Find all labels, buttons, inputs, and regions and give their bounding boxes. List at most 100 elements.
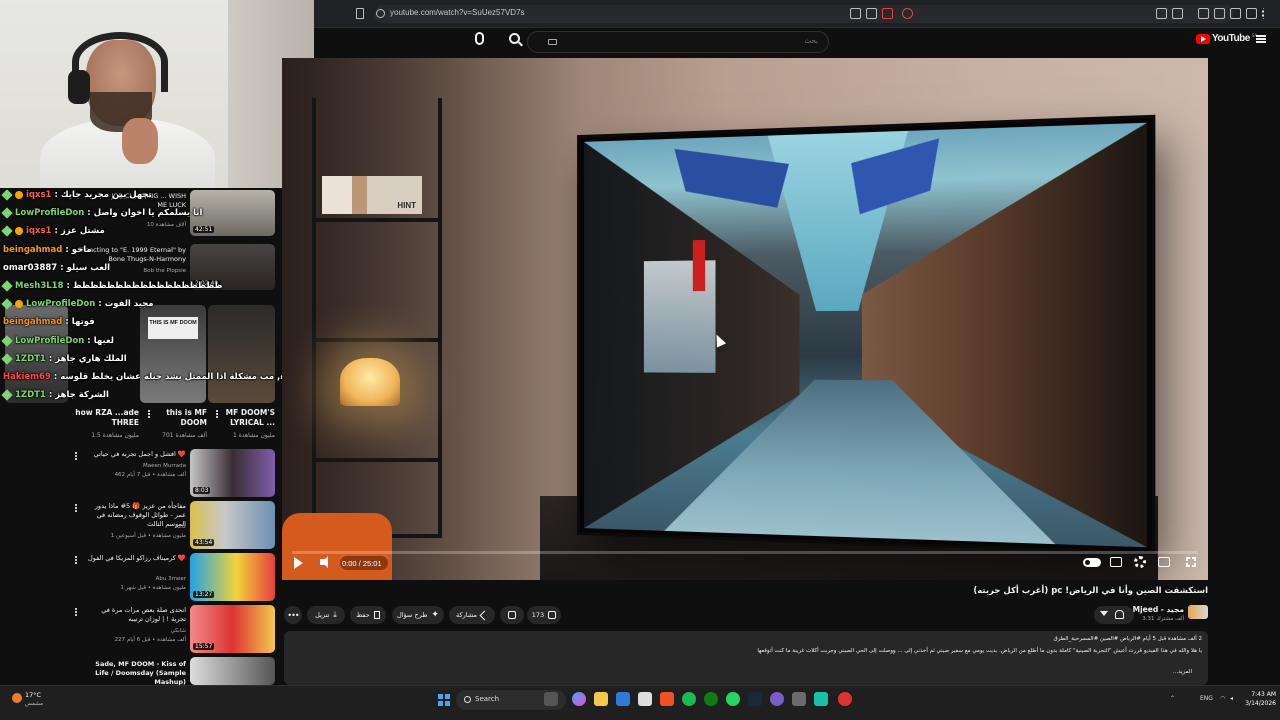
subscribed-button[interactable] xyxy=(1094,606,1134,624)
extension-icon[interactable] xyxy=(882,8,893,19)
short-title[interactable]: how RZA ...ade THREE xyxy=(72,408,139,428)
video-player[interactable]: HINT 0:00 / 25:01 xyxy=(282,58,1208,580)
video-title[interactable]: كرميناف رزاكو المزيكا في الفول ❤️ xyxy=(86,554,186,563)
chat-message: LowProfileDon : لعبها xyxy=(0,332,314,350)
task-view-icon[interactable] xyxy=(544,692,558,706)
discord-icon[interactable] xyxy=(770,692,784,706)
dislike-button[interactable] xyxy=(500,606,524,624)
screenshot-icon[interactable] xyxy=(1172,8,1183,19)
search-input[interactable]: بحث xyxy=(527,31,829,53)
download-label: تنزيل xyxy=(315,611,330,619)
video-title: استكشفت الصين وأنا في الرياض! pc (أغرب أ… xyxy=(973,586,1208,596)
chat-separator: : xyxy=(54,226,58,237)
video-channel: Aziz xyxy=(174,524,186,530)
obs-icon[interactable] xyxy=(838,692,852,706)
guide-menu-icon[interactable] xyxy=(1256,35,1266,43)
chat-username[interactable]: iqxs1 xyxy=(26,190,51,200)
more-options-icon[interactable] xyxy=(75,504,77,512)
bookmark-icon[interactable] xyxy=(356,8,364,19)
app-icon[interactable] xyxy=(814,692,828,706)
extensions-icon[interactable] xyxy=(1156,8,1167,19)
search-icon[interactable] xyxy=(509,33,520,44)
chat-username[interactable]: omar03887 xyxy=(3,263,57,273)
adblock-icon[interactable] xyxy=(902,8,913,19)
site-info-icon[interactable] xyxy=(376,9,385,18)
video-thumbnail[interactable]: 43:54 xyxy=(190,501,275,549)
autoplay-toggle[interactable] xyxy=(1083,558,1101,567)
xbox-icon[interactable] xyxy=(704,692,718,706)
wallet-icon[interactable] xyxy=(1230,8,1241,19)
save-button[interactable]: حفظ xyxy=(350,606,386,624)
channel-avatar[interactable] xyxy=(1188,605,1208,619)
leo-icon[interactable] xyxy=(1246,8,1257,19)
copilot-icon[interactable] xyxy=(572,692,586,706)
description-box[interactable]: 2 ألف مشاهدة قبل 5 أيام #الرياض #الصين #… xyxy=(284,631,1208,685)
show-more-link[interactable]: ...المزيد xyxy=(1173,669,1192,675)
subscriber-badge-icon xyxy=(1,280,13,292)
taskbar-clock[interactable]: 7:43 AM 3/14/2026 xyxy=(1240,690,1276,708)
picture-in-picture-icon[interactable] xyxy=(850,8,861,19)
share-button[interactable]: مشاركة xyxy=(449,606,495,624)
video-meta: 227 ألف مشاهدة • قبل 6 أيام xyxy=(114,637,186,643)
chat-separator: : xyxy=(98,299,102,310)
spotify-icon[interactable] xyxy=(682,692,696,706)
video-meta: 1 مليون مشاهدة • قبل أسبوعين xyxy=(110,533,186,539)
subtitles-icon[interactable] xyxy=(1110,557,1122,567)
sidebar-icon[interactable] xyxy=(1214,8,1225,19)
settings-icon[interactable] xyxy=(792,692,806,706)
chat-username[interactable]: LowProfileDon xyxy=(26,299,95,309)
chat-username[interactable]: iqxs1 xyxy=(26,226,51,236)
volume-icon[interactable]: ◂ xyxy=(1230,695,1233,702)
chat-message: beingahmad : ماخو xyxy=(0,241,314,259)
chat-username[interactable]: LowProfileDon xyxy=(15,336,84,346)
voice-search-icon[interactable] xyxy=(475,32,484,45)
menu-icon[interactable] xyxy=(1262,8,1266,19)
video-thumbnail[interactable]: 8:03 xyxy=(190,449,275,497)
like-button[interactable]: 173 xyxy=(527,606,561,624)
chat-username[interactable]: LowProfileDon xyxy=(15,208,84,218)
more-options-icon[interactable] xyxy=(75,556,77,564)
chat-username[interactable]: 1ZDT1 xyxy=(15,390,46,400)
store-icon[interactable] xyxy=(638,692,652,706)
chat-separator: : xyxy=(60,262,64,273)
settings-gear-icon[interactable] xyxy=(1134,556,1146,568)
windows-start-icon[interactable] xyxy=(438,694,450,706)
weather-caption: مشمس xyxy=(25,701,44,707)
video-thumbnail[interactable]: 15:57 xyxy=(190,605,275,653)
play-icon[interactable] xyxy=(294,557,303,569)
short-title[interactable]: this is MF DOOM xyxy=(150,408,207,428)
video-thumbnail[interactable]: 13:27 xyxy=(190,553,275,601)
language-indicator[interactable]: ENG xyxy=(1200,695,1213,702)
video-title[interactable]: اتحدى صلة بعض مرات مرة في تجربة ! | لوزا… xyxy=(86,606,186,624)
chat-username[interactable]: beingahmad xyxy=(3,245,62,255)
steam-icon[interactable] xyxy=(748,692,762,706)
chat-username[interactable]: 1ZDT1 xyxy=(15,354,46,364)
fullscreen-icon[interactable] xyxy=(1186,557,1196,567)
chat-username[interactable]: Hakiem69 xyxy=(3,372,51,382)
theater-mode-icon[interactable] xyxy=(1158,557,1170,567)
library-icon[interactable] xyxy=(1198,8,1209,19)
mail-icon[interactable] xyxy=(616,692,630,706)
video-title[interactable]: افشل و اجمل تجربه في حياتي ❤️ xyxy=(86,450,186,459)
ask-question-button[interactable]: طرح سؤال ✦ xyxy=(392,606,444,624)
address-url[interactable]: youtube.com/watch?v=SuUez57VD7s xyxy=(390,8,525,17)
video-thumbnail[interactable] xyxy=(190,657,275,685)
brave-browser-icon[interactable] xyxy=(660,692,674,706)
download-button[interactable]: تنزيل ⤓ xyxy=(307,606,345,624)
video-title[interactable]: Sade, MF DOOM - Kiss of Life / Doomsday … xyxy=(80,660,186,687)
keyboard-icon[interactable] xyxy=(548,39,557,45)
youtube-logo[interactable]: YouTube SA xyxy=(1196,33,1257,44)
wifi-icon[interactable]: ◠ xyxy=(1220,695,1225,702)
tray-overflow-icon[interactable]: ⌃ xyxy=(1170,695,1175,702)
volume-icon[interactable] xyxy=(320,556,328,568)
chat-username[interactable]: beingahmad xyxy=(3,317,62,327)
video-scene-lamp xyxy=(340,358,400,406)
share-icon[interactable] xyxy=(866,8,877,19)
more-options-icon[interactable] xyxy=(75,608,77,616)
whatsapp-icon[interactable] xyxy=(726,692,740,706)
more-options-icon[interactable] xyxy=(75,452,77,460)
more-actions-button[interactable]: ••• xyxy=(284,606,302,624)
short-title[interactable]: MF DOOM'S LYRICAL ... xyxy=(218,408,275,428)
file-explorer-icon[interactable] xyxy=(594,692,608,706)
chat-username[interactable]: Mesh3L18 xyxy=(15,281,64,291)
